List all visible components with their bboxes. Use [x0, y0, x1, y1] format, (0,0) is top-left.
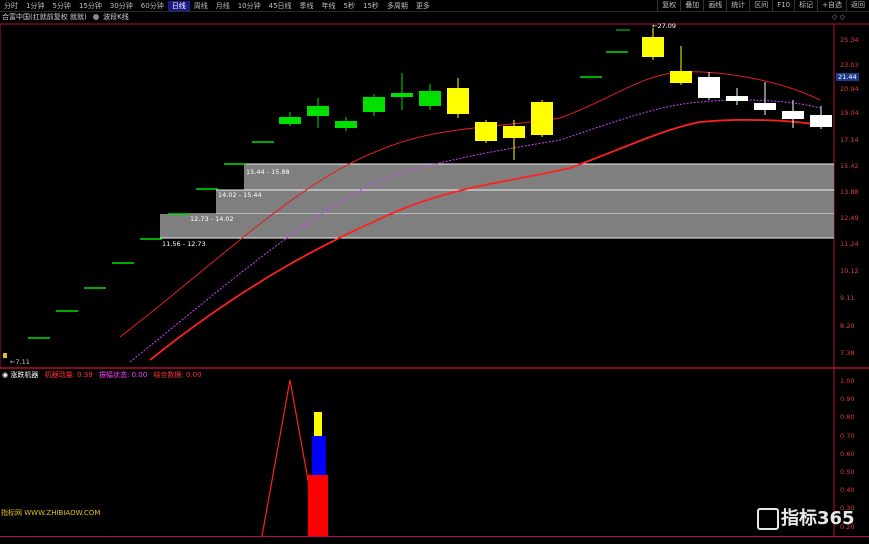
sub-bar-yellow	[314, 412, 322, 436]
candle-body	[335, 121, 357, 128]
low-price-label: ←7.11	[10, 358, 30, 366]
sub-indicator-icon: ◉	[2, 371, 9, 379]
sub-tick: 0.80	[840, 413, 855, 422]
band-label: 15.44 - 15.88	[246, 168, 290, 176]
price-tick: 17.14	[840, 136, 859, 144]
sub-tick: 1.00	[840, 377, 855, 385]
candle-body	[307, 106, 329, 116]
candle-body	[279, 117, 301, 124]
candle-body	[782, 111, 804, 119]
sub-item-3: 结合数据: 0.00	[153, 371, 202, 379]
band-label: 12.73 - 14.02	[190, 215, 234, 223]
support-band	[216, 190, 834, 214]
candle-body	[475, 122, 497, 141]
sub-item-2: 振幅状态: 0.00	[98, 371, 148, 379]
sub-bar-blue	[312, 436, 326, 475]
sub-item-1: 机器动量: 0.39	[44, 371, 93, 379]
price-tick: 10.12	[840, 267, 859, 275]
sub-indicator-name[interactable]: 涨跌机器	[10, 371, 38, 379]
sub-indicator-title: ◉ 涨跌机器 机器动量: 0.39 振幅状态: 0.00 结合数据: 0.00	[2, 370, 202, 380]
peak-price-label: ←27.09	[652, 22, 676, 30]
candle-body	[419, 91, 441, 106]
price-tick: 25.34	[840, 36, 859, 44]
candle-body	[810, 115, 832, 127]
candle-body	[754, 103, 776, 110]
sub-tick: 0.60	[840, 449, 855, 458]
sub-tick: 0.40	[840, 486, 855, 495]
logo-icon	[757, 508, 779, 530]
candle-body	[670, 71, 692, 83]
sub-tick: 0.70	[840, 431, 855, 440]
price-tick: 20.94	[840, 85, 859, 93]
candle-body	[698, 77, 720, 98]
low-marker	[3, 353, 7, 358]
band-label: 14.02 - 15.44	[218, 191, 262, 199]
price-tick: 8.20	[840, 322, 855, 330]
sub-bar-red	[308, 475, 328, 536]
candle-body	[503, 126, 525, 138]
band-label: 11.56 - 12.73	[162, 240, 206, 248]
candle-body	[363, 97, 385, 112]
candle-body	[391, 93, 413, 97]
ma-line-thick	[149, 118, 821, 361]
candle-body	[531, 102, 553, 135]
support-band	[244, 164, 834, 190]
main-price-chart[interactable]: 15.44 - 15.88 14.02 - 15.44 12.73 - 14.02 1…	[0, 0, 869, 543]
price-tick: 11.24	[840, 240, 859, 248]
candle-body	[642, 37, 664, 57]
price-tick: 9.11	[840, 294, 855, 302]
candle-body	[726, 96, 748, 101]
price-tick: 7.38	[840, 349, 855, 357]
candle-body	[447, 88, 469, 114]
sub-tick: 0.90	[840, 395, 855, 404]
price-tick: 23.03	[840, 61, 859, 69]
price-tick: 12.49	[840, 214, 859, 222]
price-tick: 15.42	[840, 162, 859, 170]
current-price-tag: 21.44	[836, 73, 859, 81]
support-band-bottom	[160, 214, 834, 238]
watermark: 指标网 WWW.ZHIBIAOW.COM	[1, 509, 101, 517]
brand-logo: 指标365	[757, 504, 855, 530]
price-tick: 19.04	[840, 109, 859, 117]
price-tick: 13.88	[840, 188, 859, 196]
sub-tick: 0.50	[840, 468, 855, 476]
